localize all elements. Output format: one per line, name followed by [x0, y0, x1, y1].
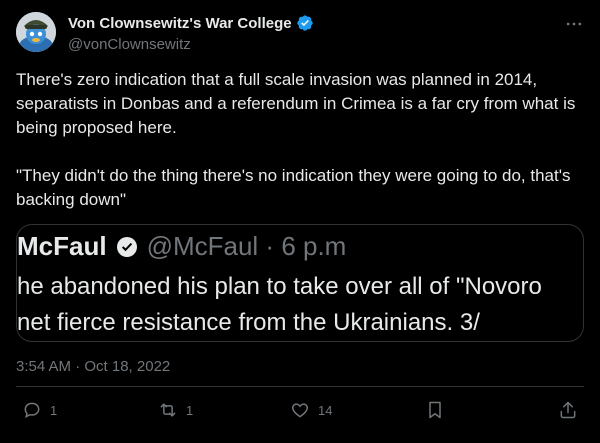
- retweet-count: 1: [186, 402, 194, 418]
- tweet-text: There's zero indication that a full scal…: [16, 70, 576, 209]
- verified-badge-icon: [296, 15, 313, 31]
- quoted-line-2: net fierce resistance from the Ukrainian…: [17, 309, 480, 336]
- like-button[interactable]: 14: [290, 400, 332, 420]
- quoted-line-1: he abandoned his plan to take over all o…: [17, 273, 542, 300]
- reply-count: 1: [50, 402, 58, 418]
- avatar-icon: [16, 12, 56, 52]
- reply-button[interactable]: 1: [22, 400, 57, 420]
- divider: [16, 386, 584, 387]
- tweet-timestamp[interactable]: 3:54 AM · Oct 18, 2022: [16, 358, 170, 375]
- retweet-button[interactable]: 1: [158, 400, 193, 420]
- share-icon: [560, 401, 576, 419]
- more-icon[interactable]: [564, 14, 584, 34]
- avatar[interactable]: [16, 12, 56, 52]
- author-name-row: Von Clownsewitz's War College: [68, 14, 314, 32]
- quoted-meta: @McFaul · 6 p.m: [146, 231, 347, 261]
- reply-icon: [24, 402, 40, 419]
- bookmark-icon: [429, 401, 441, 419]
- share-button[interactable]: [558, 400, 578, 420]
- like-icon: [291, 403, 309, 418]
- retweet-icon: [160, 403, 176, 417]
- bookmark-button[interactable]: [425, 400, 445, 420]
- quoted-author-name: McFaul: [17, 231, 107, 261]
- quoted-tweet-card[interactable]: McFaul @McFaul · 6 p.m he abandoned his …: [16, 224, 584, 342]
- author-display-name[interactable]: Von Clownsewitz's War College: [68, 15, 292, 32]
- quoted-verified-icon: [116, 236, 137, 257]
- like-count: 14: [318, 402, 333, 418]
- quoted-header: McFaul @McFaul · 6 p.m: [17, 231, 346, 262]
- author-handle[interactable]: @vonClownsewitz: [68, 36, 191, 53]
- tweet: Von Clownsewitz's War College @vonClowns…: [0, 0, 600, 443]
